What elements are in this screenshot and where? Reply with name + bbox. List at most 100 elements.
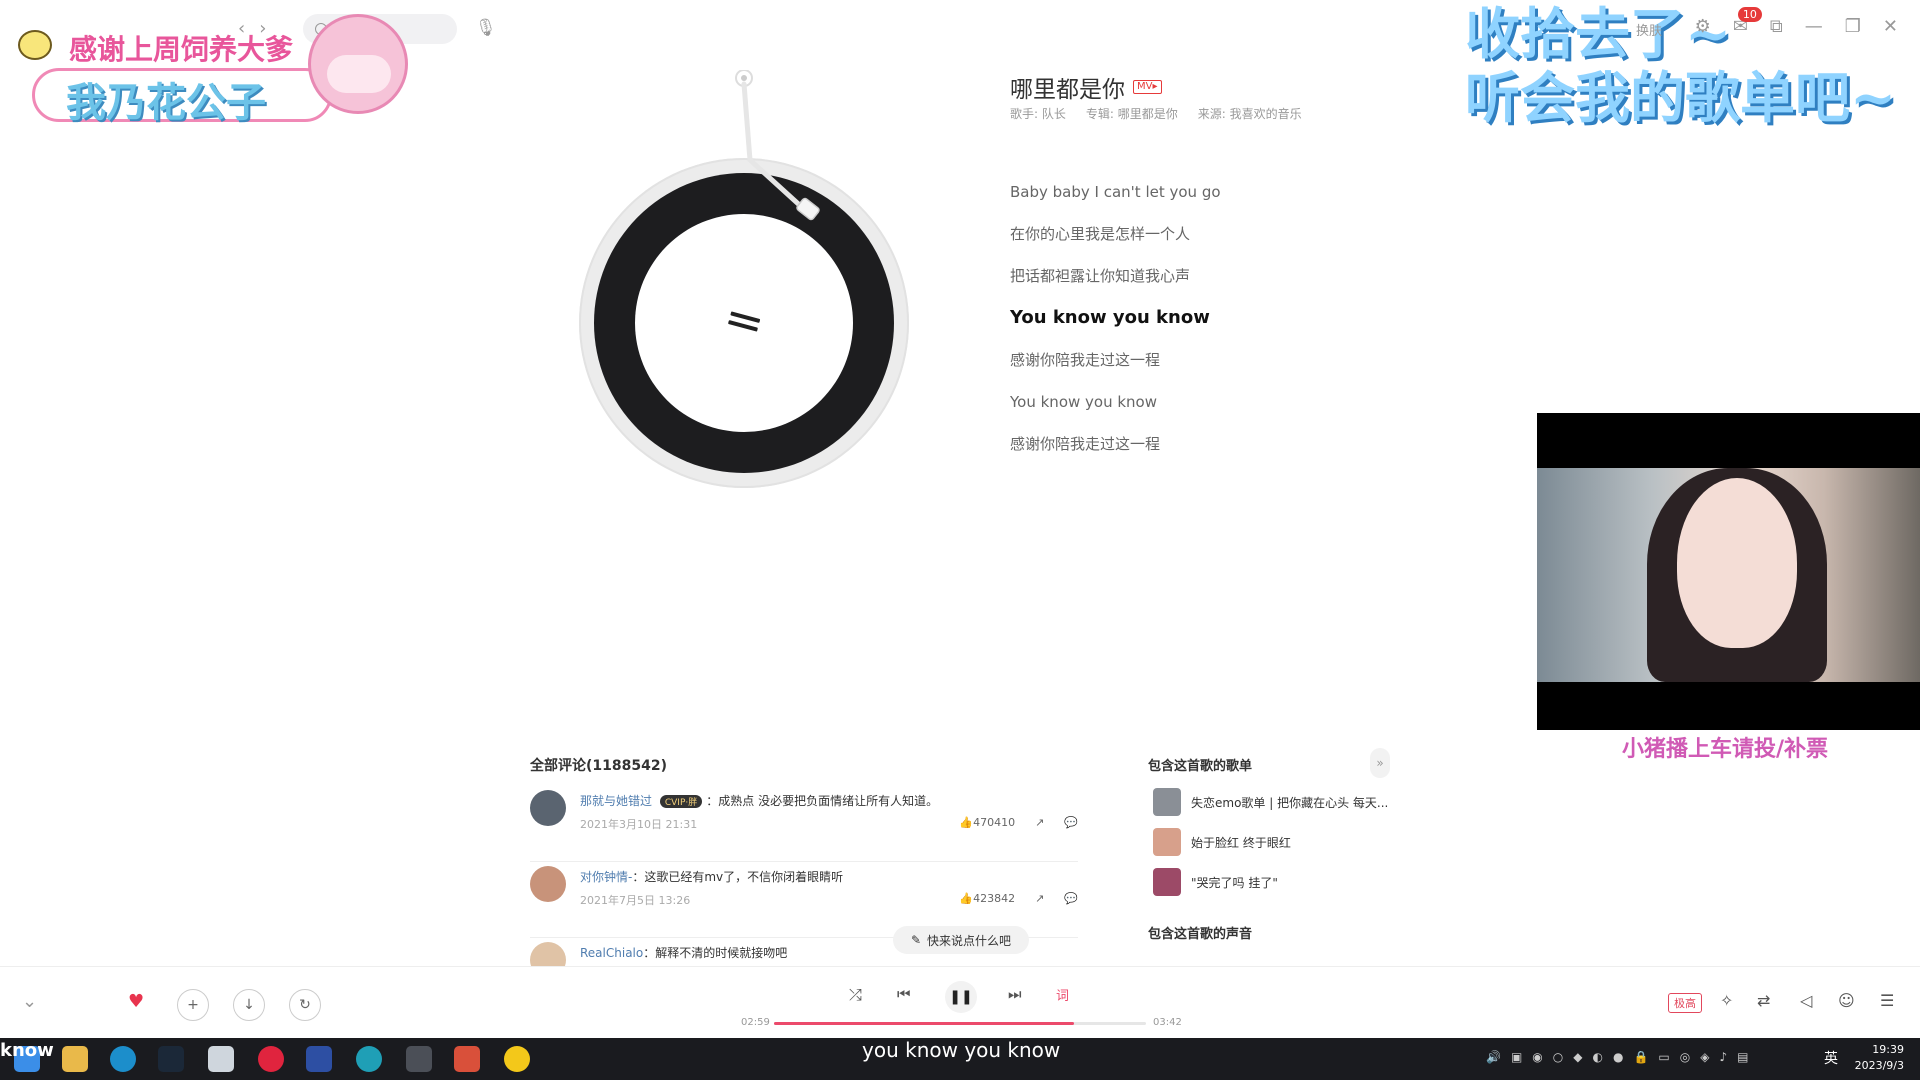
chick-sticker-icon: [18, 30, 52, 60]
next-track-icon[interactable]: ⏭: [1008, 985, 1022, 1003]
friends-icon[interactable]: ☺: [1838, 991, 1855, 1010]
previous-track-icon[interactable]: ⏮: [897, 985, 911, 1003]
tray-app-icon[interactable]: ◐: [1593, 1050, 1603, 1064]
input-method-indicator[interactable]: 英: [1824, 1048, 1838, 1068]
minimize-icon[interactable]: —: [1805, 16, 1823, 37]
vip-badge: CVIP·胖: [659, 795, 703, 808]
close-icon[interactable]: ✕: [1883, 16, 1898, 37]
app-icon[interactable]: [356, 1046, 382, 1072]
avatar[interactable]: [530, 942, 566, 966]
settings-gear-icon[interactable]: ⚙: [1695, 16, 1711, 37]
shuffle-icon[interactable]: ⤮: [849, 985, 862, 1005]
lyric-line-current: You know you know: [1010, 307, 1210, 328]
app-icon[interactable]: [454, 1046, 480, 1072]
skin-label[interactable]: 换肤: [1636, 20, 1662, 39]
app-icon[interactable]: [306, 1046, 332, 1072]
tray-app-icon[interactable]: ▣: [1511, 1050, 1522, 1064]
tray-app-icon[interactable]: ◎: [1680, 1050, 1690, 1064]
progress-slider[interactable]: [774, 1022, 1146, 1025]
edge-browser-icon[interactable]: [110, 1046, 136, 1072]
tray-app-icon[interactable]: ▤: [1737, 1050, 1748, 1064]
song-artist[interactable]: 歌手: 队长: [1010, 105, 1066, 122]
mv-tag[interactable]: MV▸: [1133, 80, 1162, 94]
microphone-tray-icon[interactable]: ♪: [1719, 1050, 1727, 1064]
microphone-icon[interactable]: 🎙: [475, 18, 497, 38]
comment-item: 那就与她错过 CVIP·胖 ：成熟点 没必要把负面情绪让所有人知道。 2021年3…: [530, 786, 1078, 862]
avatar[interactable]: [530, 866, 566, 902]
banner-thanks-text: 感谢上周饲养大爹: [69, 33, 294, 66]
share-icon[interactable]: ↗: [1035, 892, 1044, 905]
elapsed-time: 02:59: [741, 1017, 770, 1028]
sound-effect-icon[interactable]: ✧: [1720, 991, 1733, 1010]
playlists-title: 包含这首歌的歌单: [1148, 759, 1253, 774]
download-button[interactable]: ↓: [233, 989, 265, 1021]
lyric-line: 在你的心里我是怎样一个人: [1010, 225, 1191, 243]
lyric-line: You know you know: [1010, 393, 1157, 411]
like-button[interactable]: 👍470410: [959, 816, 1015, 829]
comments-title: 全部评论(1188542): [530, 758, 667, 774]
comment-text: 这歌已经有mv了，不信你闭着眼睛听: [644, 870, 844, 884]
share-icon[interactable]: ↗: [1035, 816, 1044, 829]
comment-text: 成熟点 没必要把负面情绪让所有人知道。: [718, 794, 939, 808]
write-comment-label: 快来说点什么吧: [927, 933, 1012, 948]
pen-icon: ✎: [910, 933, 922, 947]
comment-user[interactable]: RealChialo: [580, 946, 643, 960]
add-to-playlist-button[interactable]: +: [177, 989, 209, 1021]
banner-name-text: 我乃花公子: [66, 80, 266, 126]
netease-music-icon[interactable]: [258, 1046, 284, 1072]
app-icon[interactable]: [504, 1046, 530, 1072]
mail-icon[interactable]: ✉ 10: [1733, 7, 1762, 37]
comment-user[interactable]: 那就与她错过: [580, 794, 652, 808]
reply-icon[interactable]: 💬: [1064, 816, 1078, 829]
lyric-line: Baby baby I can't let you go: [1010, 183, 1221, 201]
comment-time: 2021年7月5日 13:26: [580, 894, 691, 907]
collapse-sidebar-icon[interactable]: »: [1370, 748, 1390, 778]
tray-app-icon[interactable]: ◆: [1573, 1050, 1582, 1064]
corner-overlay-text: know: [0, 1040, 54, 1061]
playlist-item[interactable]: 始于脸红 终于眼红: [1153, 828, 1291, 856]
speaker-icon[interactable]: 🔊: [1486, 1050, 1501, 1064]
mini-mode-icon[interactable]: ⧉: [1770, 16, 1783, 37]
app-icon[interactable]: [406, 1046, 432, 1072]
mascot-sticker-icon: [308, 14, 408, 114]
notepad-icon[interactable]: [208, 1046, 234, 1072]
comment-user[interactable]: 对你钟情-: [580, 870, 632, 884]
taskbar-clock[interactable]: 19:39 2023/9/3: [1855, 1042, 1904, 1074]
share-button[interactable]: ↻: [289, 989, 321, 1021]
write-comment-button[interactable]: ✎ 快来说点什么吧: [893, 926, 1029, 954]
song-source[interactable]: 来源: 我喜欢的音乐: [1198, 105, 1302, 122]
comment-text: 解释不清的时候就接吻吧: [655, 946, 788, 960]
network-icon[interactable]: ▭: [1658, 1050, 1669, 1064]
lyrics-toggle[interactable]: 词: [1056, 985, 1069, 1004]
tray-app-icon[interactable]: ◈: [1700, 1050, 1709, 1064]
volume-icon[interactable]: ◁: [1800, 991, 1812, 1010]
file-explorer-icon[interactable]: [62, 1046, 88, 1072]
progress-fill: [774, 1022, 1074, 1025]
tray-app-icon[interactable]: ○: [1553, 1050, 1563, 1064]
webcam-caption: 小猪播上车请投/补票: [1622, 737, 1829, 762]
lock-icon[interactable]: 🔒: [1633, 1050, 1648, 1064]
queue-list-icon[interactable]: ☰: [1880, 991, 1894, 1010]
desktop-lyric-subtitle: you know you know: [862, 1038, 1061, 1062]
playlist-cover: [1153, 788, 1181, 816]
collapse-chevron-down-icon[interactable]: ⌄: [22, 991, 37, 1012]
like-heart-icon[interactable]: ♥: [128, 991, 144, 1012]
quality-badge[interactable]: 极高: [1668, 993, 1702, 1013]
clock-time: 19:39: [1872, 1043, 1904, 1056]
like-button[interactable]: 👍423842: [959, 892, 1015, 905]
steam-icon[interactable]: [158, 1046, 184, 1072]
sponsor-banner-overlay: 感谢上周饲养大爹 我乃花公子: [14, 0, 424, 130]
playlist-cover: [1153, 828, 1181, 856]
reply-icon[interactable]: 💬: [1064, 892, 1078, 905]
pause-button[interactable]: ❚❚: [945, 981, 977, 1013]
webcam-overlay: [1537, 413, 1920, 730]
listen-together-icon[interactable]: ⇄: [1757, 991, 1770, 1010]
playlist-item[interactable]: "哭完了吗 挂了": [1153, 868, 1278, 896]
song-album[interactable]: 专辑: 哪里都是你: [1086, 105, 1178, 122]
maximize-icon[interactable]: ❐: [1845, 16, 1861, 37]
song-title: 哪里都是你 MV▸: [1010, 70, 1162, 104]
tray-app-icon[interactable]: ●: [1613, 1050, 1623, 1064]
avatar[interactable]: [530, 790, 566, 826]
playlist-item[interactable]: 失恋emo歌单 | 把你藏在心头 每天...: [1153, 788, 1388, 816]
tray-app-icon[interactable]: ◉: [1532, 1050, 1542, 1064]
